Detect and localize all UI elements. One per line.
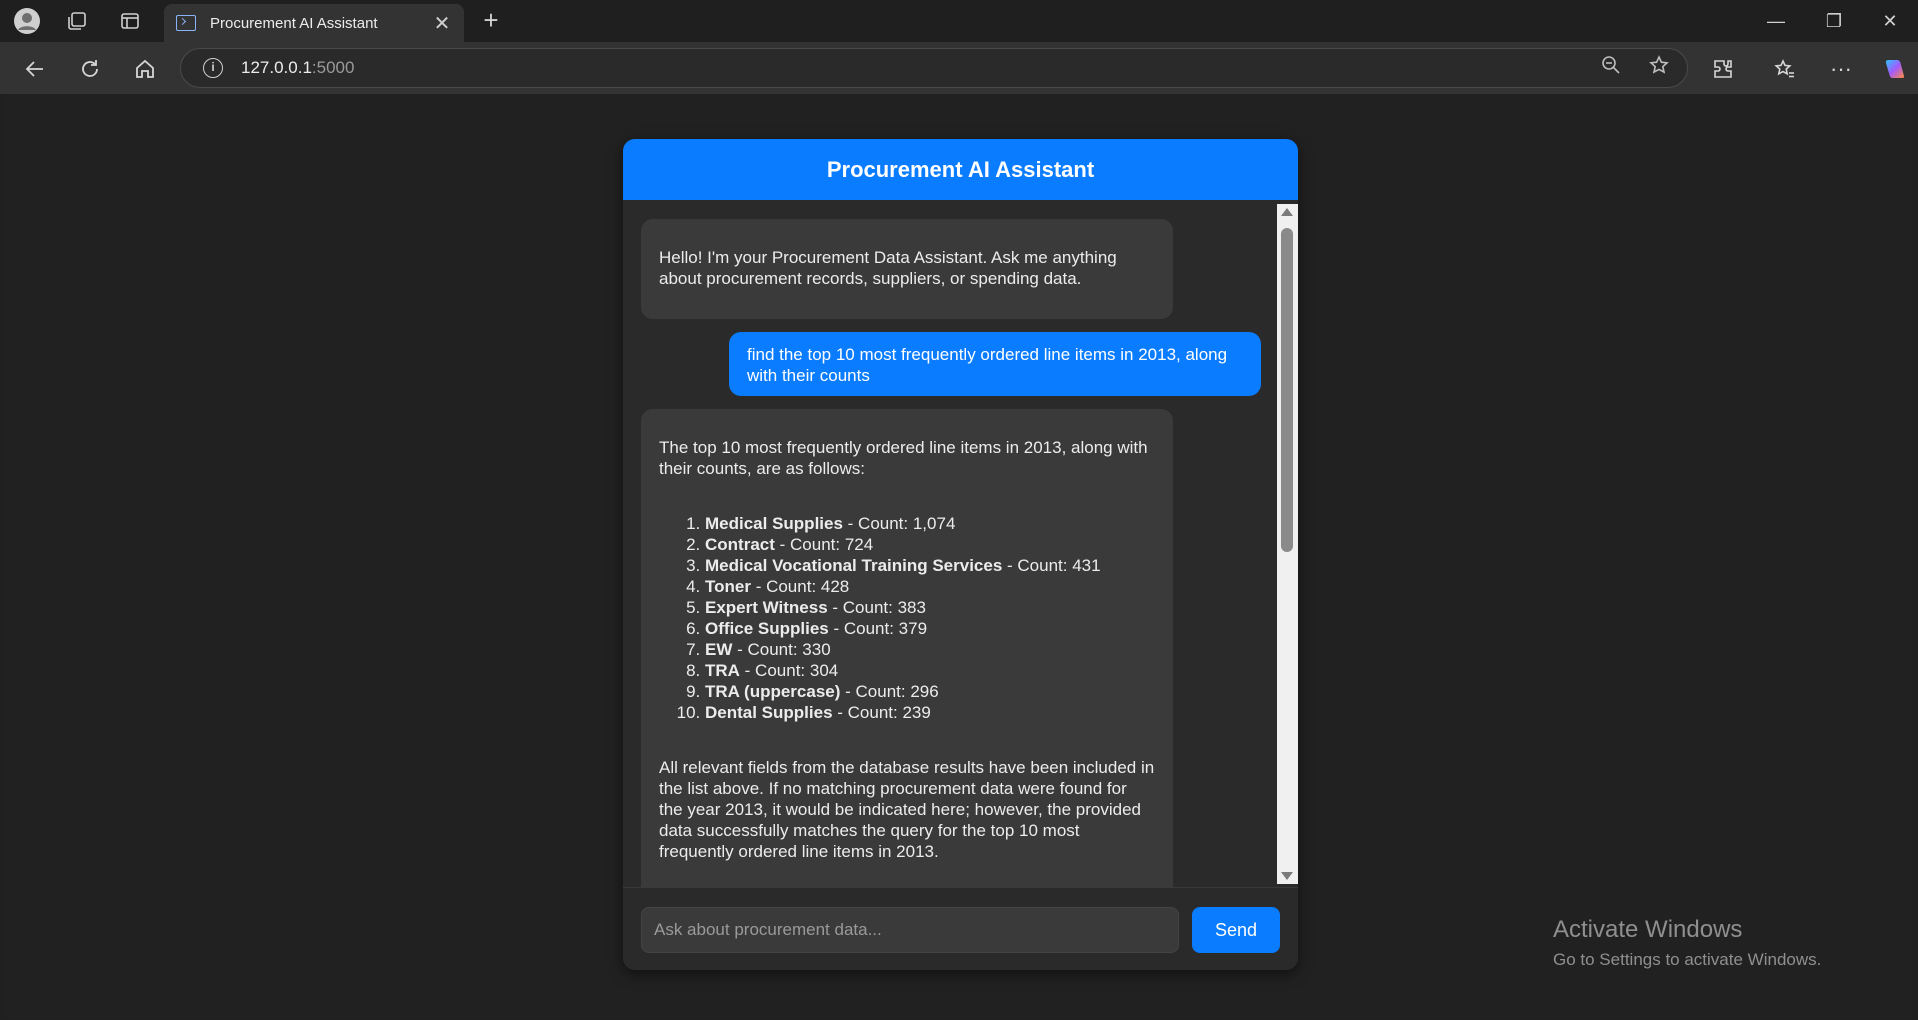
message-list[interactable]: Hello! I'm your Procurement Data Assista… [623, 200, 1298, 887]
item-name: Medical Vocational Training Services [705, 556, 1003, 575]
item-name: EW [705, 640, 733, 659]
item-count: - Count: 428 [750, 577, 850, 596]
result-list: Medical Supplies - Count: 1,074 Contract… [705, 513, 1155, 723]
back-arrow-icon[interactable] [20, 54, 50, 84]
watermark-title: Activate Windows [1553, 916, 1743, 943]
extensions-icon[interactable] [1708, 54, 1738, 84]
activate-windows-watermark: Activate Windows Go to Settings to activ… [1553, 916, 1821, 970]
item-count: - Count: 304 [739, 661, 839, 680]
workspaces-icon[interactable] [62, 6, 92, 36]
chat-title: Procurement AI Assistant [623, 139, 1298, 200]
more-options-icon[interactable]: ··· [1826, 54, 1856, 84]
item-name: TRA (uppercase) [705, 682, 841, 701]
favorites-icon[interactable] [1770, 54, 1800, 84]
composer: Send [623, 887, 1298, 970]
list-item: Medical Vocational Training Services - C… [705, 555, 1155, 576]
item-count: - Count: 239 [832, 703, 931, 722]
url-host: 127.0.0.1 [241, 58, 312, 77]
list-item: Office Supplies - Count: 379 [705, 618, 1155, 639]
page-favicon-icon [176, 15, 196, 31]
list-item: TRA (uppercase) - Count: 296 [705, 681, 1155, 702]
item-name: TRA [705, 661, 740, 680]
item-count: - Count: 330 [732, 640, 831, 659]
browser-tab-bar: Procurement AI Assistant ✕ + — ❐ ✕ [0, 0, 1918, 42]
item-count: - Count: 383 [827, 598, 926, 617]
vertical-tabs-icon[interactable] [115, 6, 145, 36]
bot-message-greeting: Hello! I'm your Procurement Data Assista… [641, 219, 1173, 319]
item-count: - Count: 379 [828, 619, 928, 638]
browser-toolbar: i 127.0.0.1:5000 ··· [0, 42, 1918, 94]
list-item: Dental Supplies - Count: 239 [705, 702, 1155, 723]
user-query-text: find the top 10 most frequently ordered … [747, 345, 1228, 385]
item-name: Toner [705, 577, 751, 596]
tab-title: Procurement AI Assistant [210, 14, 378, 32]
copilot-icon[interactable] [1879, 54, 1909, 84]
item-count: - Count: 431 [1002, 556, 1101, 575]
favorite-star-icon[interactable] [1649, 55, 1669, 81]
item-count: - Count: 1,074 [842, 514, 956, 533]
list-item: TRA - Count: 304 [705, 660, 1155, 681]
minimize-icon[interactable]: — [1756, 8, 1796, 34]
chat-input[interactable] [641, 907, 1179, 953]
message-scrollbar[interactable] [1277, 204, 1298, 884]
list-item: Medical Supplies - Count: 1,074 [705, 513, 1155, 534]
list-item: Toner - Count: 428 [705, 576, 1155, 597]
list-item: Expert Witness - Count: 383 [705, 597, 1155, 618]
restore-icon[interactable]: ❐ [1814, 8, 1854, 34]
item-count: - Count: 724 [774, 535, 874, 554]
scroll-thumb[interactable] [1281, 228, 1293, 552]
home-icon[interactable] [130, 54, 160, 84]
item-name: Dental Supplies [705, 703, 833, 722]
item-name: Expert Witness [705, 598, 828, 617]
watermark-subtitle: Go to Settings to activate Windows. [1553, 950, 1822, 969]
chat-panel: Procurement AI Assistant Hello! I'm your… [623, 139, 1298, 970]
user-message: find the top 10 most frequently ordered … [729, 332, 1261, 396]
item-name: Contract [705, 535, 775, 554]
scroll-down-arrow-icon[interactable] [1281, 872, 1293, 880]
greeting-text: Hello! I'm your Procurement Data Assista… [659, 248, 1117, 288]
answer-outro: All relevant fields from the database re… [659, 758, 1155, 861]
item-name: Office Supplies [705, 619, 829, 638]
profile-avatar-icon[interactable] [12, 6, 42, 36]
browser-tab-active[interactable]: Procurement AI Assistant ✕ [164, 4, 464, 42]
send-button[interactable]: Send [1192, 907, 1280, 953]
url-port: :5000 [311, 58, 355, 77]
zoom-out-icon[interactable] [1601, 55, 1621, 81]
new-tab-icon[interactable]: + [476, 6, 506, 36]
item-name: Medical Supplies [705, 514, 843, 533]
item-count: - Count: 296 [840, 682, 939, 701]
list-item: Contract - Count: 724 [705, 534, 1155, 555]
site-info-icon[interactable]: i [203, 58, 223, 78]
list-item: EW - Count: 330 [705, 639, 1155, 660]
bot-message-answer: The top 10 most frequently ordered line … [641, 409, 1173, 887]
window-close-icon[interactable]: ✕ [1870, 8, 1910, 34]
tab-close-icon[interactable]: ✕ [432, 11, 452, 36]
address-bar[interactable]: i 127.0.0.1:5000 [180, 48, 1688, 88]
scroll-up-arrow-icon[interactable] [1281, 208, 1293, 216]
refresh-icon[interactable] [75, 54, 105, 84]
answer-intro: The top 10 most frequently ordered line … [659, 438, 1148, 478]
